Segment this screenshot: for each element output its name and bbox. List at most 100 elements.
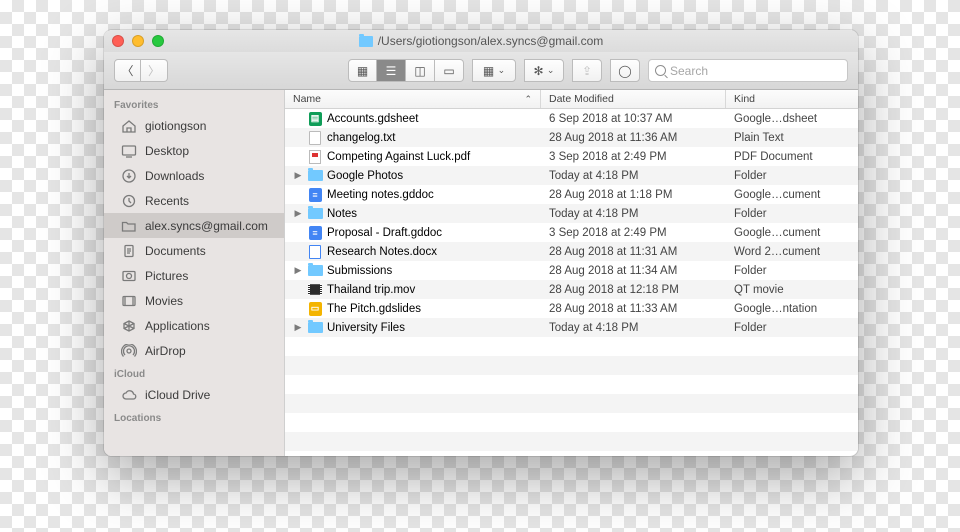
sidebar-item-label: Downloads [145,169,204,183]
traffic-lights [112,35,164,47]
sidebar-item-pictures[interactable]: Pictures [104,263,284,288]
docx-icon [307,244,323,259]
file-name: Accounts.gdsheet [327,113,418,125]
arrange-icon: ▦ [483,64,494,78]
file-row[interactable]: Research Notes.docx28 Aug 2018 at 11:31 … [285,242,858,261]
disclosure-triangle-icon[interactable]: ▶ [293,208,303,219]
file-row[interactable]: changelog.txt28 Aug 2018 at 11:36 AMPlai… [285,128,858,147]
sort-asc-icon: ⌃ [524,94,532,105]
column-headers: Name⌃ Date Modified Kind [285,90,858,109]
back-button[interactable]: 〈 [114,59,141,82]
gslides-icon: ▭ [307,301,323,316]
file-kind: Folder [726,265,858,277]
folder-icon [307,168,323,183]
disclosure-triangle-icon[interactable]: ▶ [293,170,303,181]
titlebar: /Users/giotiongson/alex.syncs@gmail.com [104,30,858,52]
gear-icon: ✻ [534,64,544,78]
sidebar-item-desktop[interactable]: Desktop [104,138,284,163]
list-view-button[interactable]: ☰ [377,59,406,82]
chevron-down-icon: ⌄ [498,65,506,76]
folder-icon [359,36,373,47]
column-date[interactable]: Date Modified [541,90,726,108]
zoom-button[interactable] [152,35,164,47]
empty-row [285,394,858,413]
file-date: 28 Aug 2018 at 11:31 AM [541,246,726,258]
file-row[interactable]: ▶Google PhotosToday at 4:18 PMFolder [285,166,858,185]
icon-view-button[interactable]: ▦ [348,59,377,82]
search-icon [655,65,666,76]
file-name: Submissions [327,265,392,277]
home-icon [120,118,137,133]
sidebar-item-label: Documents [145,244,206,258]
file-date: 3 Sep 2018 at 2:49 PM [541,227,726,239]
empty-row [285,413,858,432]
file-kind: Plain Text [726,132,858,144]
disclosure-triangle-icon[interactable]: ▶ [293,265,303,276]
column-view-button[interactable]: ◫ [406,59,435,82]
file-row[interactable]: Competing Against Luck.pdf3 Sep 2018 at … [285,147,858,166]
file-date: 28 Aug 2018 at 11:34 AM [541,265,726,277]
file-date: 28 Aug 2018 at 1:18 PM [541,189,726,201]
sidebar-item-movies[interactable]: Movies [104,288,284,313]
sidebar-item-label: Pictures [145,269,188,283]
sidebar-item-documents[interactable]: Documents [104,238,284,263]
action-button[interactable]: ✻ ⌄ [524,59,564,82]
gallery-icon: ▭ [443,64,454,78]
folder-icon [120,218,137,233]
forward-button[interactable]: 〉 [141,59,168,82]
chevron-left-icon: 〈 [121,62,133,79]
disclosure-triangle-icon[interactable]: ▶ [293,322,303,333]
share-button[interactable]: ⇪ [572,59,602,82]
gdoc-icon: ≡ [307,225,323,240]
sidebar-item-label: alex.syncs@gmail.com [145,219,268,233]
file-row[interactable]: ▤Accounts.gdsheet6 Sep 2018 at 10:37 AMG… [285,109,858,128]
file-date: Today at 4:18 PM [541,322,726,334]
sidebar-item-recents[interactable]: Recents [104,188,284,213]
column-kind[interactable]: Kind [726,90,858,108]
sidebar-section-header: Locations [104,407,284,426]
file-kind: QT movie [726,284,858,296]
file-kind: Folder [726,322,858,334]
file-kind: PDF Document [726,151,858,163]
file-row[interactable]: ▶ Submissions 28 Aug 2018 at 11:34 AMFolde… [285,261,858,280]
file-name: changelog.txt [327,132,395,144]
sidebar-item-giotiongson[interactable]: giotiongson [104,113,284,138]
sidebar-item-downloads[interactable]: Downloads [104,163,284,188]
nav-buttons: 〈 〉 [114,59,168,82]
file-date: Today at 4:18 PM [541,208,726,220]
toolbar: 〈 〉 ▦ ☰ ◫ ▭ ▦ ⌄ ✻ ⌄ ⇪ ◯ Search [104,52,858,90]
search-input[interactable]: Search [648,59,848,82]
gdoc-icon: ≡ [307,187,323,202]
file-row[interactable]: ▶ University Files Today at 4:18 PMFolder [285,318,858,337]
file-name: University Files [327,322,405,334]
file-row[interactable]: ▶NotesToday at 4:18 PMFolder [285,204,858,223]
sidebar-item-airdrop[interactable]: AirDrop [104,338,284,363]
sidebar-item-label: AirDrop [145,344,186,358]
downloads-icon [120,168,137,183]
file-row[interactable]: Thailand trip.mov28 Aug 2018 at 12:18 PM… [285,280,858,299]
finder-window: /Users/giotiongson/alex.syncs@gmail.com … [104,30,858,456]
file-date: 3 Sep 2018 at 2:49 PM [541,151,726,163]
file-name: The Pitch.gdslides [327,303,421,315]
file-row[interactable]: ≡Meeting notes.gddoc28 Aug 2018 at 1:18 … [285,185,858,204]
arrange-button[interactable]: ▦ ⌄ [472,59,516,82]
file-row[interactable]: ≡Proposal - Draft.gddoc3 Sep 2018 at 2:4… [285,223,858,242]
column-name[interactable]: Name⌃ [285,90,541,108]
file-kind: Folder [726,208,858,220]
sidebar-item-label: Recents [145,194,189,208]
sidebar-item-alex-syncs-gmail-com[interactable]: alex.syncs@gmail.com [104,213,284,238]
close-button[interactable] [112,35,124,47]
empty-row [285,337,858,356]
view-mode-buttons: ▦ ☰ ◫ ▭ [348,59,464,82]
sidebar-item-icloud-drive[interactable]: iCloud Drive [104,382,284,407]
list-icon: ☰ [386,64,397,78]
file-row[interactable]: ▭The Pitch.gdslides28 Aug 2018 at 11:33 … [285,299,858,318]
sidebar-item-label: Applications [145,319,210,333]
minimize-button[interactable] [132,35,144,47]
gallery-view-button[interactable]: ▭ [435,59,464,82]
sidebar-item-applications[interactable]: Applications [104,313,284,338]
txt-icon [307,130,323,145]
tags-button[interactable]: ◯ [610,59,640,82]
folder-icon [307,206,323,221]
sidebar-section-header: iCloud [104,363,284,382]
